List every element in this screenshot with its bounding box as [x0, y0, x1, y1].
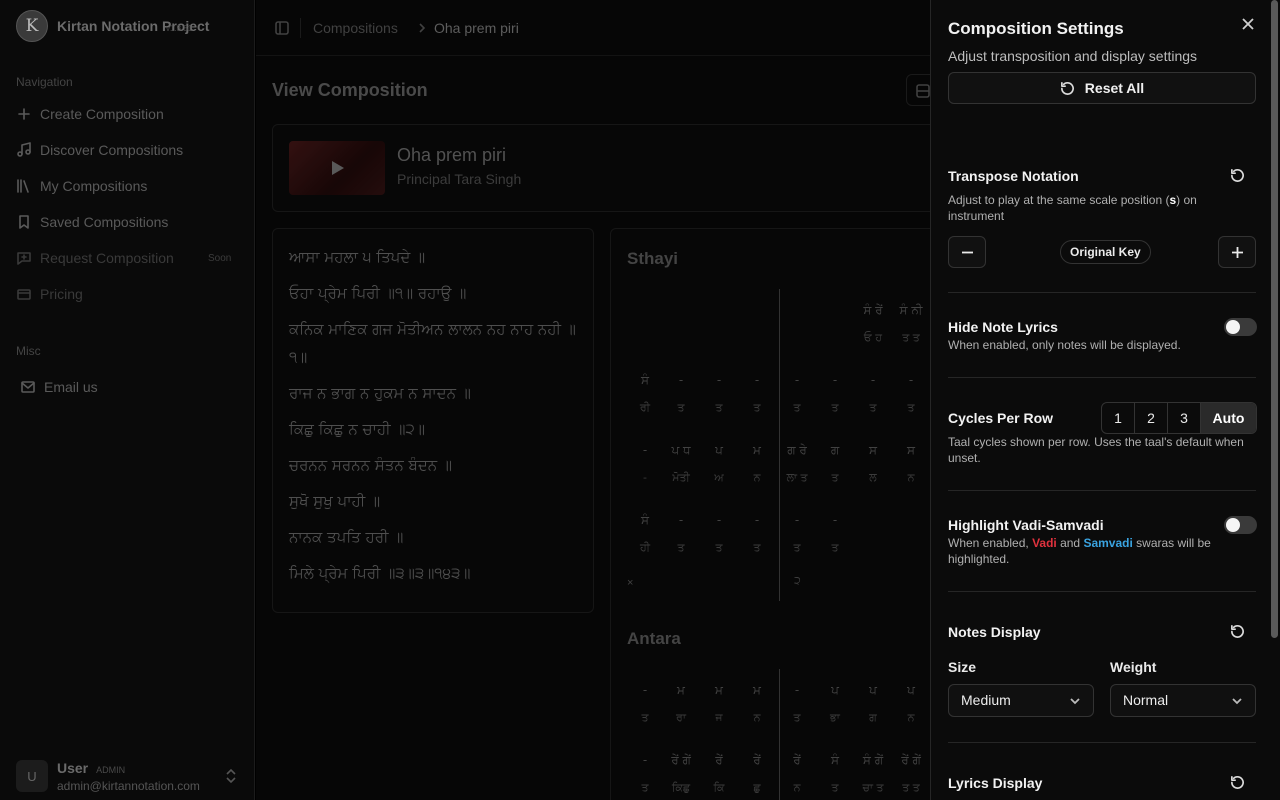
- plus-icon: [1232, 247, 1243, 258]
- user-name-row: User ADMIN: [57, 760, 200, 776]
- sidebar-item-my-compositions[interactable]: My Compositions: [16, 176, 147, 196]
- main-content: Compositions Oha prem piri View Composit…: [256, 0, 930, 800]
- sidebar-item-discover[interactable]: Discover Compositions: [16, 140, 183, 160]
- size-select-value: Medium: [961, 692, 1011, 708]
- weight-label: Weight: [1110, 659, 1157, 675]
- sidebar-item-label: My Compositions: [40, 178, 148, 194]
- sidebar-item-label: Pricing: [40, 286, 83, 302]
- sidebar-item-label: Saved Compositions: [40, 214, 169, 230]
- divider: [948, 490, 1256, 491]
- user-role: ADMIN: [96, 764, 126, 775]
- lyrics-display-title: Lyrics Display: [948, 775, 1043, 791]
- reset-notes-display-icon[interactable]: [1230, 624, 1245, 639]
- soon-badge: Soon: [208, 253, 232, 264]
- transpose-down-button[interactable]: [948, 236, 986, 268]
- transpose-title: Transpose Notation: [948, 168, 1079, 184]
- message-plus-icon: [17, 252, 31, 265]
- brand-logo: K: [16, 10, 48, 42]
- sidebar-item-saved[interactable]: Saved Compositions: [16, 212, 168, 232]
- credit-card-icon: [17, 289, 31, 300]
- modal-overlay[interactable]: [256, 0, 930, 800]
- sidebar-item-label: Create Composition: [40, 106, 164, 122]
- desc-text: When enabled,: [948, 536, 1033, 550]
- cycles-option-3[interactable]: 3: [1168, 403, 1201, 433]
- divider: [948, 591, 1256, 592]
- vadi-title: Highlight Vadi-Samvadi: [948, 517, 1104, 533]
- cycles-description: Taal cycles shown per row. Uses the taal…: [948, 435, 1244, 465]
- close-icon[interactable]: [1241, 17, 1255, 31]
- vadi-toggle[interactable]: [1224, 516, 1257, 534]
- vadi-word: Vadi: [1032, 536, 1057, 550]
- mail-icon: [21, 381, 35, 393]
- user-email: admin@kirtannotation.com: [57, 778, 200, 793]
- size-select[interactable]: Medium: [948, 684, 1094, 717]
- divider: [948, 292, 1256, 293]
- settings-subtitle: Adjust transposition and display setting…: [948, 48, 1198, 64]
- avatar: U: [16, 760, 48, 792]
- divider: [948, 742, 1256, 743]
- sidebar: K Kirtan Notation Project v1.3.31 Naviga…: [0, 0, 255, 800]
- reset-transpose-icon[interactable]: [1230, 168, 1245, 183]
- panel-scrollbar[interactable]: [1271, 0, 1278, 638]
- cycles-segmented-control: 1 2 3 Auto: [1101, 402, 1257, 434]
- weight-select[interactable]: Normal: [1110, 684, 1256, 717]
- misc-section-label: Misc: [16, 344, 41, 358]
- sidebar-item-label: Email us: [44, 379, 98, 395]
- hide-lyrics-title: Hide Note Lyrics: [948, 319, 1058, 335]
- brand-version: v1.3.31: [166, 24, 193, 33]
- desc-text: and: [1056, 536, 1084, 550]
- chevron-down-icon: [1070, 698, 1080, 705]
- sidebar-item-request: Request Composition: [16, 248, 174, 268]
- transpose-up-button[interactable]: [1218, 236, 1256, 268]
- plus-icon: [18, 108, 30, 120]
- cycles-option-2[interactable]: 2: [1135, 403, 1168, 433]
- music-icon: [17, 142, 31, 157]
- divider: [948, 377, 1256, 378]
- settings-title: Composition Settings: [948, 19, 1124, 38]
- sidebar-item-pricing: Pricing: [16, 284, 83, 304]
- rotate-ccw-icon: [1060, 81, 1074, 95]
- sidebar-item-create[interactable]: Create Composition: [16, 104, 164, 124]
- size-label: Size: [948, 659, 977, 675]
- reset-lyrics-display-icon[interactable]: [1230, 775, 1245, 790]
- nav-section-label: Navigation: [16, 75, 73, 89]
- library-icon: [17, 179, 29, 193]
- sidebar-item-email[interactable]: Email us: [20, 377, 98, 397]
- chevron-down-icon: [1232, 698, 1242, 705]
- hide-lyrics-description: When enabled, only notes will be display…: [948, 338, 1181, 352]
- settings-panel: Composition Settings Adjust transpositio…: [930, 0, 1280, 800]
- desc-text: Adjust to play at the same scale positio…: [948, 193, 1170, 207]
- bookmark-icon: [19, 215, 29, 229]
- cycles-option-1[interactable]: 1: [1102, 403, 1135, 433]
- vadi-description: When enabled, Vadi and Samvadi swaras wi…: [948, 535, 1248, 567]
- sidebar-item-label: Discover Compositions: [40, 142, 184, 158]
- notes-display-title: Notes Display: [948, 624, 1041, 640]
- reset-all-label: Reset All: [1084, 80, 1145, 96]
- reset-all-button[interactable]: Reset All: [948, 72, 1256, 104]
- transpose-description: Adjust to play at the same scale positio…: [948, 192, 1248, 224]
- weight-select-value: Normal: [1123, 692, 1169, 708]
- cycles-option-auto[interactable]: Auto: [1201, 403, 1256, 433]
- user-name: User: [57, 759, 89, 776]
- hide-lyrics-toggle[interactable]: [1224, 318, 1257, 336]
- cycles-title: Cycles Per Row: [948, 410, 1054, 426]
- sidebar-item-label: Request Composition: [40, 250, 174, 266]
- chevrons-up-down-icon: [226, 768, 236, 784]
- user-menu[interactable]: U User ADMIN admin@kirtannotation.com: [16, 760, 240, 793]
- minus-icon: [962, 251, 973, 254]
- key-badge: Original Key: [1060, 240, 1151, 264]
- samvadi-word: Samvadi: [1083, 536, 1133, 550]
